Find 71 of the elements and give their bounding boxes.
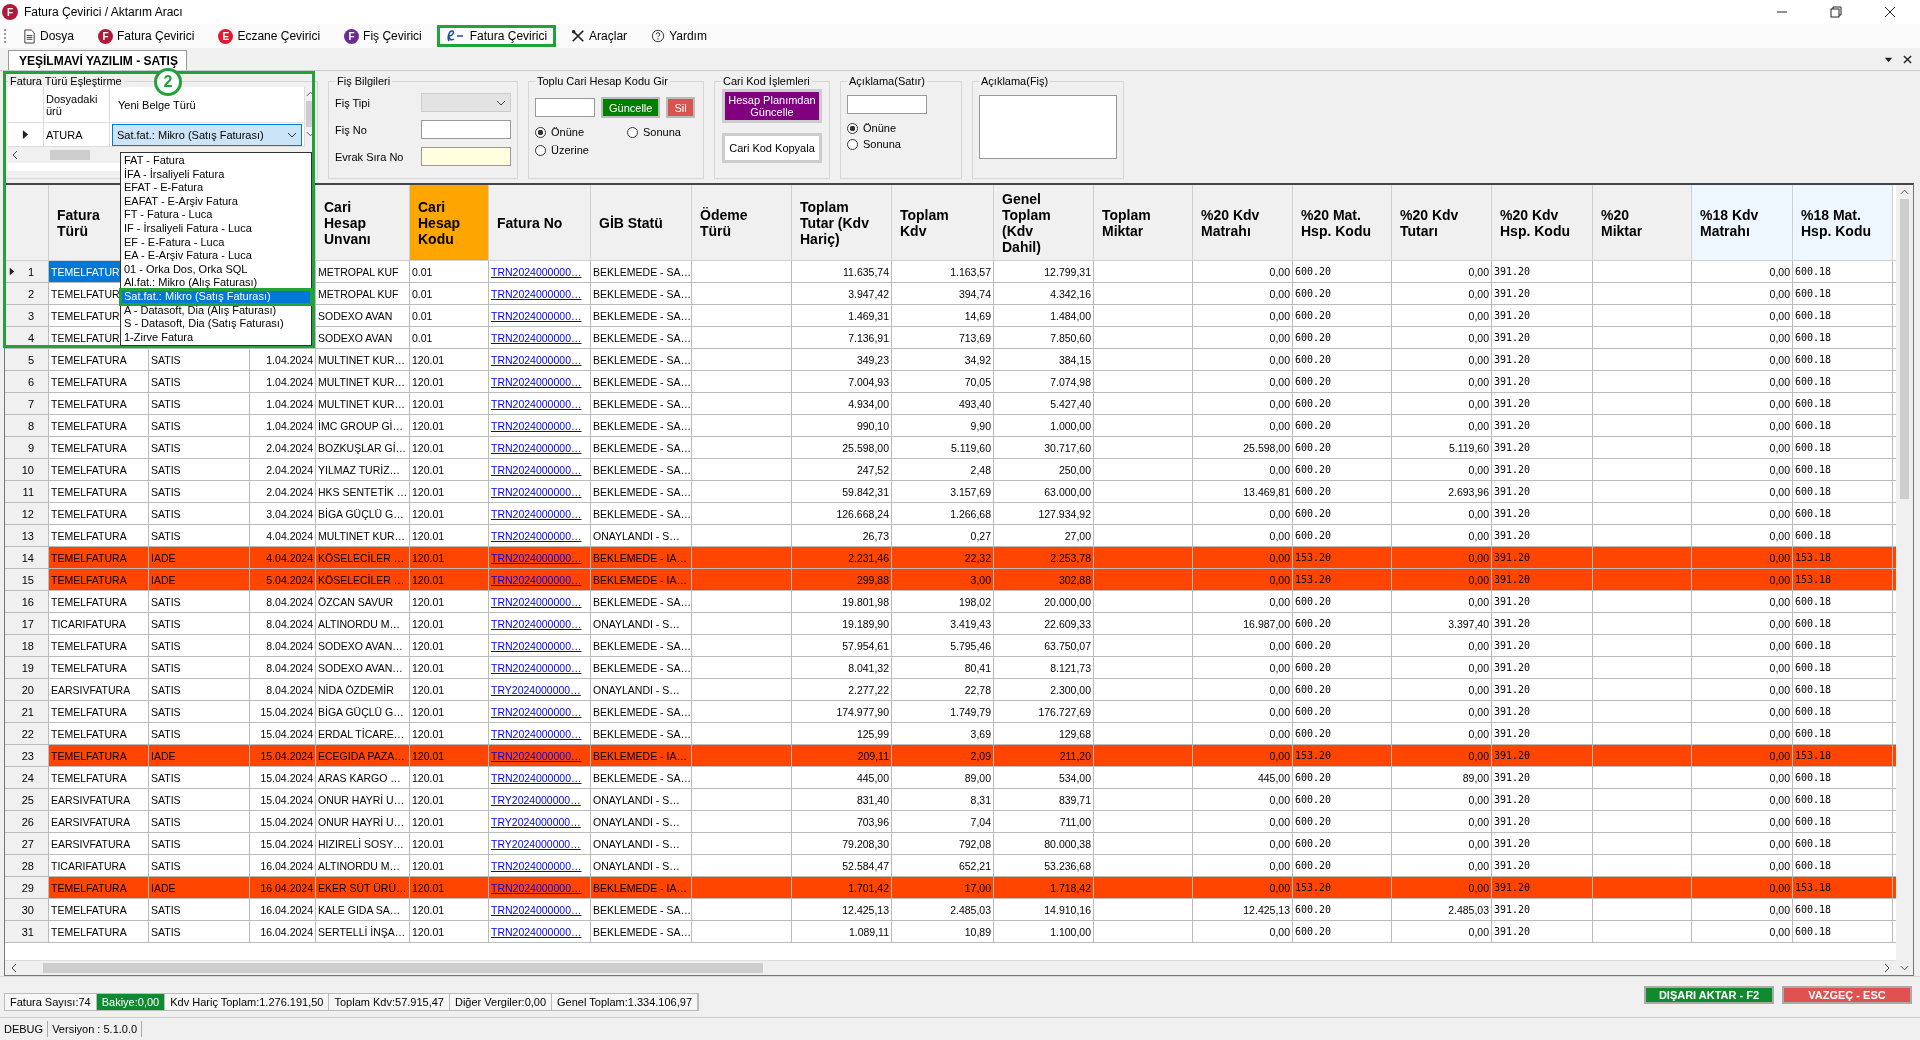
row-number: 16: [21, 595, 34, 608]
group-title: Fiş Bilgileri: [336, 75, 392, 87]
row-number: 18: [21, 639, 34, 652]
row-number: 3: [27, 309, 34, 322]
group-title: Açıklama(Fiş): [980, 75, 1050, 87]
row-number: 8: [27, 419, 34, 432]
table-cell: 0,00: [1692, 921, 1793, 943]
field-label: Fiş No: [335, 123, 368, 136]
group-title: Cari Kod İşlemleri: [722, 75, 811, 87]
row-number: 11: [22, 485, 34, 498]
row-number: 26: [21, 815, 34, 828]
field-label: Evrak Sıra No: [335, 150, 405, 163]
app-logo: F: [2, 4, 18, 20]
row-number: 17: [21, 617, 34, 630]
group-title: Toplu Cari Hesap Kodu Gir: [536, 75, 669, 87]
table-cell: 10,89: [892, 921, 994, 943]
status-field: Toplam Kdv:57.915,47: [329, 994, 450, 1010]
app-logo: E: [218, 28, 234, 44]
row-number: 2: [27, 287, 34, 300]
group-title: Fatura Türü Eşleştirme: [9, 75, 123, 87]
table-cell: SATIS: [149, 921, 250, 943]
row-number: 5: [27, 353, 34, 366]
table-cell: 0,00: [1392, 921, 1492, 943]
status-text: Versiyon : 5.1.0.0: [48, 1021, 143, 1037]
row-number: 9: [27, 441, 34, 454]
status-field: Kdv Hariç Toplam:1.276.191,50: [165, 994, 330, 1010]
table-cell: 0,00: [1193, 921, 1293, 943]
row-number: 31: [21, 925, 34, 938]
row-number: 30: [21, 903, 34, 916]
column-header: Dosyadaki ürü: [46, 92, 99, 117]
row-number: 10: [21, 463, 34, 476]
row-number: 29: [21, 881, 34, 894]
table-cell: 120.01: [410, 921, 489, 943]
row-number: 20: [21, 683, 34, 696]
row-number: 28: [21, 859, 34, 872]
row-number: 24: [21, 771, 34, 784]
status-field: Fatura Sayısı:74: [5, 994, 97, 1010]
row-number: 6: [27, 375, 34, 388]
row-number: 7: [27, 397, 34, 410]
row-number: 4: [27, 331, 34, 344]
table-cell: 1.100,00: [994, 921, 1094, 943]
row-number: 25: [21, 793, 34, 806]
status-text: DEBUG: [0, 1021, 49, 1037]
app-logo: F: [98, 28, 113, 44]
row-number: 19: [21, 661, 34, 674]
table-cell: 16.04.2024: [250, 921, 316, 943]
row-number: 21: [21, 705, 34, 718]
field-label: Fiş Tipi: [335, 96, 371, 109]
table-cell: 391.20: [1492, 921, 1593, 943]
table-cell: SERTELLİ İNŞA…: [316, 921, 410, 943]
table-cell: 600.20: [1293, 921, 1392, 943]
status-field: Diğer Vergiler:0,00: [449, 994, 553, 1010]
row-number: 12: [21, 507, 34, 520]
row-number: 1: [27, 265, 34, 278]
row-number: 13: [21, 529, 34, 542]
table-cell: BEKLEMEDE - SA…: [591, 921, 692, 943]
window-title: Fatura Çevirici / Aktarım Aracı: [24, 5, 183, 19]
row-number: 23: [21, 749, 34, 762]
status-field: Bakiye:0,00: [96, 994, 166, 1010]
group-title: Açıklama(Satır): [848, 75, 926, 87]
row-number: 14: [21, 551, 34, 564]
table-cell: 600.18: [1793, 921, 1893, 943]
column-header: Yeni Belge Türü: [118, 98, 196, 111]
row-number: 22: [21, 727, 34, 740]
row-number: 15: [21, 573, 34, 586]
table-cell: ATURA: [46, 128, 83, 141]
table-cell: 1.089,11: [792, 921, 892, 943]
table-cell: TEMELFATURA: [49, 921, 149, 943]
row-number: 27: [21, 837, 34, 850]
app-logo: F: [344, 28, 360, 44]
status-field: Genel Toplam:1.334.106,97: [552, 994, 699, 1010]
